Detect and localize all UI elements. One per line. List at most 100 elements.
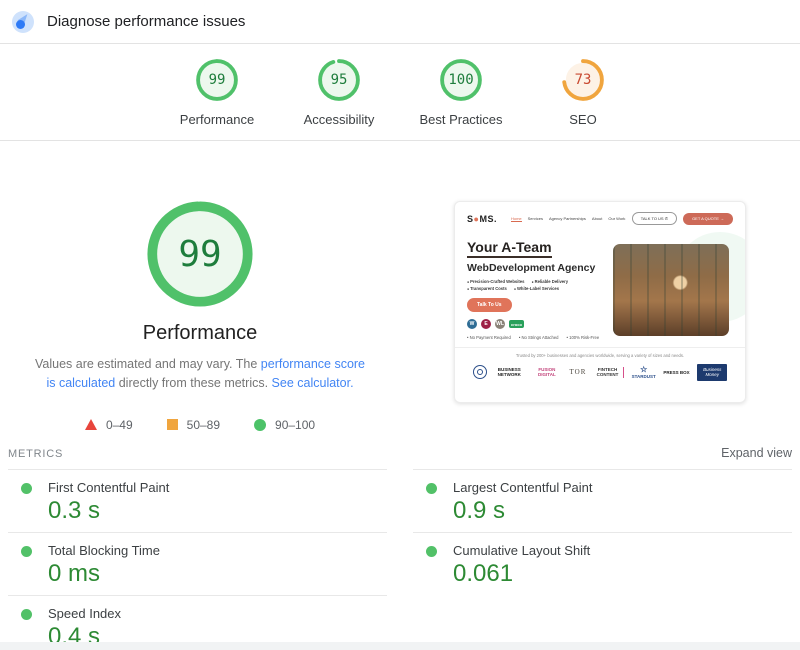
category-label: Performance: [179, 112, 255, 127]
category-gauge-seo[interactable]: 73 SEO: [533, 59, 633, 127]
category-label: Accessibility: [303, 112, 375, 127]
category-gauge-accessibility[interactable]: 95 Accessibility: [289, 59, 389, 127]
metric-name: Largest Contentful Paint: [453, 479, 593, 495]
category-gauge-best-practices[interactable]: 100 Best Practices: [411, 59, 511, 127]
metric-value: 0.061: [453, 559, 514, 587]
page-title: Diagnose performance issues: [47, 13, 246, 30]
screenshot-hero-bullet: White-Label Services: [514, 286, 559, 291]
legend-range-label: 90–100: [275, 417, 316, 432]
screenshot-trust-section: Trusted by 200+ businesses and agencies …: [455, 347, 745, 381]
see-calculator-link[interactable]: See calculator.: [272, 376, 354, 390]
fusion-digital-logo: FUSION DIGITAL: [538, 367, 556, 378]
report-body: 99 Performance Values are estimated and …: [0, 141, 800, 432]
pagespeed-insights-icon: [12, 10, 34, 33]
screenshot-hero-bullet: Transparent Costs: [467, 286, 507, 291]
press-box-logo: PRESS BOX: [663, 369, 690, 375]
screenshot-column: S●MS. Home Services Agency Partnerships Abo…: [400, 201, 800, 432]
screenshot-quote-button: GET A QUOTE →: [683, 212, 733, 225]
screenshot-site-header: S●MS. Home Services Agency Partnerships Abo…: [455, 202, 745, 229]
category-label: Best Practices: [419, 112, 503, 127]
metric-status-icon: [21, 482, 32, 494]
score-gauge: 95: [318, 59, 360, 101]
performance-description: Values are estimated and may vary. The p…: [29, 355, 371, 394]
screenshot-hero-bullets: Precision-Crafted Websites Reliable Deliv…: [467, 279, 607, 291]
next-section-edge: [0, 642, 800, 650]
metric-largest-contentful-paint: Largest Contentful Paint 0.9 s: [413, 468, 792, 532]
screenshot-nav: Home Services Agency Partnerships About Our …: [510, 215, 626, 222]
stardust-logo: STARDUST: [632, 365, 656, 380]
metrics-section: METRICS Expand view First Contentful Pai…: [0, 446, 800, 650]
page-header: Diagnose performance issues: [0, 0, 800, 44]
business-network-logo: BUSINESS NETWORK: [497, 367, 521, 378]
business-money-logo: Business Money: [697, 364, 728, 381]
screenshot-site-logo: S●MS.: [467, 213, 497, 224]
screenshot-hero-title: Your A-Team: [467, 239, 552, 258]
legend-item: 50–89: [166, 417, 221, 432]
legend-range-label: 0–49: [105, 417, 133, 432]
legend-shape-icon: [84, 419, 97, 431]
score-value: 99: [208, 72, 226, 88]
metric-name: Total Blocking Time: [48, 542, 160, 558]
screenshot-nav-item: Our Work: [608, 215, 626, 221]
screenshot-tech-logos: W E WL croco: [467, 319, 617, 329]
screenshot-hero-bullet: Reliable Delivery: [531, 279, 569, 284]
metric-cumulative-layout-shift: Cumulative Layout Shift 0.061: [413, 531, 792, 595]
category-label: SEO: [569, 112, 597, 127]
crocoblock-logo: croco: [509, 320, 524, 328]
score-gauge: 73: [562, 59, 604, 101]
performance-gauge: 99: [147, 201, 253, 307]
performance-score-value: 99: [178, 233, 222, 275]
metrics-caption: METRICS: [8, 447, 64, 460]
score-gauge: 99: [196, 59, 238, 101]
screenshot-hero-subtitle: WebDevelopment Agency: [467, 262, 596, 274]
category-gauge-performance[interactable]: 99 Performance: [167, 59, 267, 127]
metric-name: Speed Index: [48, 605, 122, 621]
metric-status-icon: [21, 545, 32, 557]
score-value: 73: [574, 72, 592, 88]
metric-value: 0 ms: [48, 559, 101, 587]
screenshot-badge: 100% Risk-Free: [567, 335, 599, 340]
score-gauge: 100: [440, 59, 482, 101]
metric-first-contentful-paint: First Contentful Paint 0.3 s: [8, 468, 387, 532]
screenshot-badge: No Payment Required: [467, 335, 511, 340]
target-emblem-logo: [472, 365, 487, 380]
metric-value: 0.3 s: [48, 496, 101, 524]
metric-total-blocking-time: Total Blocking Time 0 ms: [8, 531, 387, 595]
performance-overview: 99 Performance Values are estimated and …: [0, 201, 400, 432]
screenshot-nav-item: Home: [510, 215, 522, 222]
score-value: 100: [448, 72, 474, 88]
metrics-grid: First Contentful Paint 0.3 s Largest Con…: [8, 468, 792, 650]
expand-view-link[interactable]: Expand view: [721, 446, 792, 460]
legend-range-label: 50–89: [186, 417, 221, 432]
screenshot-partner-logos: BUSINESS NETWORK FUSION DIGITAL TOR FINTECH…: [455, 358, 745, 381]
legend-item: 0–49: [84, 417, 133, 432]
screenshot-office-photo: [613, 244, 729, 336]
score-legend: 0–49 50–89 90–100: [0, 418, 400, 432]
legend-shape-icon: [166, 419, 178, 431]
screenshot-nav-item: Agency Partnerships: [548, 215, 586, 221]
metric-name: Cumulative Layout Shift: [453, 542, 591, 558]
wp-league-logo: WL: [495, 319, 505, 329]
screenshot-hero: Your A-Team WebDevelopment Agency Precis…: [455, 229, 745, 336]
screenshot-badge: No Strings Attached: [519, 335, 558, 340]
category-scores-row: 99 Performance 95 Accessibility 100 Best…: [0, 44, 800, 141]
metric-status-icon: [21, 608, 32, 620]
performance-section-title: Performance: [142, 322, 258, 344]
legend-shape-icon: [254, 418, 267, 431]
score-value: 95: [330, 72, 348, 88]
metric-name: First Contentful Paint: [48, 479, 170, 495]
screenshot-talk-button: TALK TO US ✆: [631, 212, 678, 225]
legend-item: 90–100: [254, 418, 315, 432]
wordpress-logo: W: [467, 319, 477, 329]
screenshot-hero-cta: Talk To Us: [467, 298, 512, 312]
screenshot-nav-item: Services: [527, 215, 543, 221]
tor-logo: TOR: [569, 368, 587, 377]
metric-status-icon: [426, 545, 437, 557]
screenshot-nav-item: About: [591, 215, 603, 221]
description-text: directly from these metrics.: [115, 376, 272, 391]
page-screenshot-thumbnail: S●MS. Home Services Agency Partnerships Abo…: [454, 201, 746, 403]
description-text: Values are estimated and may vary. The: [34, 357, 261, 371]
metric-value: 0.9 s: [453, 496, 506, 524]
elementor-logo: E: [481, 319, 491, 329]
metric-status-icon: [426, 482, 437, 494]
